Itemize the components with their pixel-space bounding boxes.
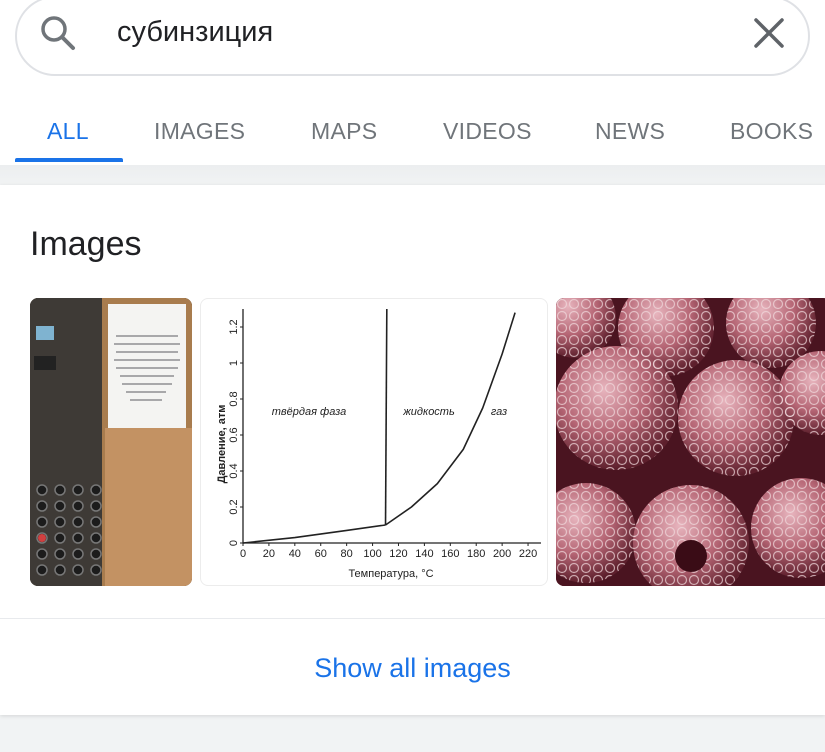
y-tick-label: 0 [228, 540, 240, 546]
x-tick-label: 40 [289, 548, 301, 560]
image-carousel[interactable]: 0 20 40 60 80 100 120 140 160 180 200 220 0 0.2 0.4 0.6… [30, 298, 825, 586]
search-query-text[interactable]: субинзиция [117, 16, 273, 49]
x-tick-label: 180 [467, 548, 485, 560]
tab-maps[interactable]: MAPS [311, 118, 377, 145]
x-tick-label: 0 [240, 548, 246, 560]
x-tick-label: 100 [363, 548, 381, 560]
phase-diagram-chart: 0 20 40 60 80 100 120 140 160 180 200 220 0 0.2 0.4 0.6… [216, 308, 541, 580]
y-tick-label: 1.2 [228, 319, 240, 334]
y-axis-label: Давление, атм [216, 405, 228, 484]
search-tabs: ALL IMAGES MAPS VIDEOS NEWS BOOKS [0, 110, 825, 165]
annotation-solid: твёрдая фаза [272, 406, 346, 418]
raspberries-photo-icon [556, 298, 825, 586]
x-tick-label: 80 [341, 548, 353, 560]
close-icon[interactable] [752, 16, 786, 50]
images-card: Images 0 20 40 60 80 100 120 140 160 180… [0, 185, 825, 715]
phase-boundary-line-2 [384, 308, 388, 526]
x-tick-label: 220 [519, 548, 537, 560]
image-thumbnail-phase-diagram[interactable]: 0 20 40 60 80 100 120 140 160 180 200 220 0 0.2 0.4 0.6… [200, 298, 548, 586]
annotation-gas: газ [491, 406, 507, 418]
tab-news[interactable]: NEWS [595, 118, 665, 145]
tab-books[interactable]: BOOKS [730, 118, 813, 145]
section-title: Images [30, 225, 142, 263]
elevator-photo-icon [30, 298, 192, 586]
tab-images[interactable]: IMAGES [154, 118, 245, 145]
search-icon[interactable] [39, 14, 77, 52]
header-shadow [0, 165, 825, 185]
search-box[interactable]: субинзиция [15, 0, 810, 76]
page: субинзиция ALL IMAGES MAPS VIDEOS NEWS B… [0, 0, 825, 752]
phase-boundary-line-1 [242, 524, 386, 544]
search-header: субинзиция ALL IMAGES MAPS VIDEOS NEWS B… [0, 0, 825, 165]
x-tick-label: 120 [389, 548, 407, 560]
y-tick-label: 0.6 [228, 427, 240, 442]
x-tick-label: 140 [415, 548, 433, 560]
y-tick-label: 0.8 [228, 391, 240, 406]
tab-videos[interactable]: VIDEOS [443, 118, 532, 145]
image-thumbnail-elevator[interactable] [30, 298, 192, 586]
x-tick-label: 20 [263, 548, 275, 560]
tab-all[interactable]: ALL [47, 118, 89, 145]
show-all-images-link[interactable]: Show all images [0, 653, 825, 684]
image-thumbnail-raspberries[interactable] [556, 298, 825, 586]
x-tick-label: 200 [493, 548, 511, 560]
divider [0, 618, 825, 619]
y-tick-label: 1 [228, 360, 240, 366]
x-axis-label: Температура, °С [348, 568, 433, 580]
annotation-liquid: жидкость [402, 406, 455, 418]
y-tick-label: 0.4 [228, 463, 240, 478]
x-tick-label: 60 [315, 548, 327, 560]
x-tick-label: 160 [441, 548, 459, 560]
y-tick-label: 0.2 [228, 499, 240, 514]
phase-boundary-line-3 [385, 312, 516, 526]
active-tab-indicator [15, 158, 123, 162]
